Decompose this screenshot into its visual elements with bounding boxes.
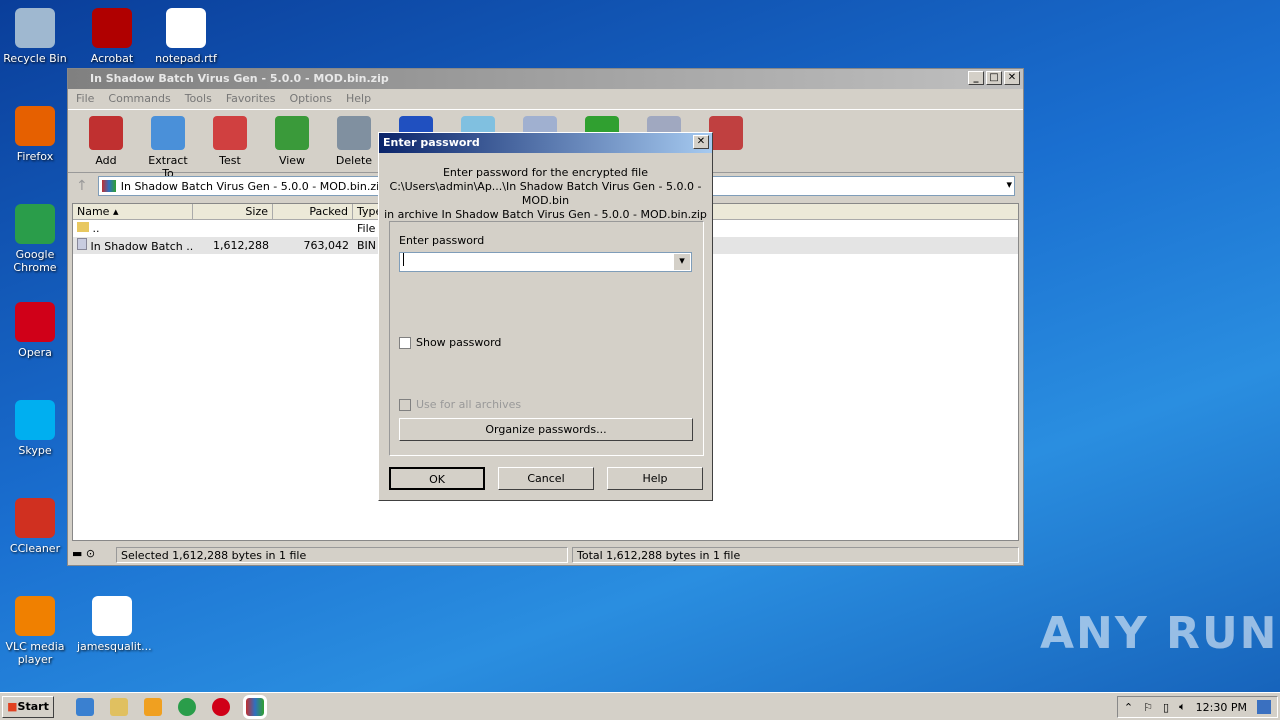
chrome-icon <box>15 204 55 244</box>
toolbar-button-test[interactable]: Test <box>206 114 254 168</box>
network-icon[interactable]: ▯ <box>1163 701 1169 714</box>
clock[interactable]: 12:30 PM <box>1196 701 1247 714</box>
maximize-button[interactable]: □ <box>986 71 1002 85</box>
file-path: C:\Users\admin\Ap...\In Shadow Batch Vir… <box>389 180 702 207</box>
toolbar-button-add[interactable]: Add <box>82 114 130 168</box>
show-password-checkbox[interactable]: Show password <box>399 336 501 349</box>
dropdown-arrow-icon[interactable]: ▾ <box>1006 178 1012 191</box>
word-doc-icon <box>166 8 206 48</box>
file-icon <box>77 238 87 250</box>
acrobat-icon <box>92 8 132 48</box>
toolbar-icon <box>709 116 743 150</box>
enter-password-dialog: Enter password ✕ Enter password for the … <box>378 132 713 501</box>
explorer-icon[interactable] <box>110 697 128 716</box>
toolbar-icon <box>151 116 185 150</box>
menu-bar: File Commands Tools Favorites Options Help <box>68 89 1023 109</box>
vlc-icon <box>15 596 55 636</box>
password-input[interactable]: ▾ <box>399 252 692 272</box>
ie-icon[interactable] <box>76 697 94 716</box>
media-player-icon[interactable] <box>144 697 162 716</box>
window-title: In Shadow Batch Virus Gen - 5.0.0 - MOD.… <box>90 72 389 85</box>
menu-options[interactable]: Options <box>290 92 332 106</box>
menu-help[interactable]: Help <box>346 92 371 106</box>
system-tray: ⌃ ⚐ ▯ 🔈︎ 12:30 PM <box>1116 696 1278 718</box>
up-arrow-icon[interactable]: ↑ <box>76 178 88 194</box>
start-button[interactable]: ■Start <box>2 695 54 718</box>
dialog-close-button[interactable]: ✕ <box>693 135 709 149</box>
organize-passwords-button[interactable]: Organize passwords... <box>399 418 693 441</box>
flag-icon[interactable]: ⚐ <box>1143 701 1153 714</box>
column-packed[interactable]: Packed <box>273 204 353 219</box>
desktop-icon[interactable]: Recycle Bin <box>0 8 70 65</box>
menu-file[interactable]: File <box>76 92 94 106</box>
menu-favorites[interactable]: Favorites <box>226 92 276 106</box>
help-button[interactable]: Help <box>607 467 703 490</box>
taskbar: ■Start ⌃ ⚐ ▯ 🔈︎ 12:30 PM <box>0 692 1280 720</box>
use-for-all-checkbox: Use for all archives <box>399 398 521 411</box>
chrome-icon[interactable] <box>178 697 196 716</box>
close-button[interactable]: ✕ <box>1004 71 1020 85</box>
opera-icon[interactable] <box>212 697 230 716</box>
archive-path: in archive In Shadow Batch Virus Gen - 5… <box>384 208 707 221</box>
word-doc-icon <box>92 596 132 636</box>
desktop-icon[interactable]: Google Chrome <box>0 204 70 274</box>
dialog-title-bar[interactable]: Enter password ✕ <box>379 133 712 153</box>
firefox-icon <box>15 106 55 146</box>
window-title-bar[interactable]: In Shadow Batch Virus Gen - 5.0.0 - MOD.… <box>68 69 1023 89</box>
show-hidden-icons[interactable]: ⌃ <box>1124 701 1133 714</box>
desktop-icon[interactable]: Acrobat <box>77 8 147 65</box>
volume-icon[interactable]: 🔈︎ <box>1179 700 1186 714</box>
desktop-icon[interactable]: VLC media player <box>0 596 70 666</box>
menu-commands[interactable]: Commands <box>108 92 170 106</box>
desktop-icon[interactable]: Opera <box>0 302 70 359</box>
anyrun-watermark: ANY RUN <box>1040 608 1279 659</box>
desktop-icon[interactable]: Firefox <box>0 106 70 163</box>
column-name[interactable]: Name ▴ <box>73 204 193 219</box>
minimize-button[interactable]: _ <box>968 71 984 85</box>
toolbar-button-view[interactable]: View <box>268 114 316 168</box>
toolbar-button-extract-to[interactable]: Extract To <box>144 114 192 180</box>
dialog-message: Enter password for the encrypted file <box>442 166 649 179</box>
ccleaner-icon <box>15 498 55 538</box>
ok-button[interactable]: OK <box>389 467 485 490</box>
winrar-taskbar-button[interactable] <box>243 694 267 719</box>
recycle-bin-icon <box>15 8 55 48</box>
password-label: Enter password <box>399 234 485 247</box>
drive-icon: ▬ ⊙ <box>72 547 96 560</box>
folder-icon <box>77 222 89 232</box>
toolbar-icon <box>275 116 309 150</box>
skype-icon <box>15 400 55 440</box>
archive-icon <box>101 180 116 192</box>
show-desktop-icon[interactable] <box>1257 700 1271 714</box>
toolbar-icon <box>337 116 371 150</box>
desktop-icon[interactable]: CCleaner <box>0 498 70 555</box>
dropdown-arrow-icon[interactable]: ▾ <box>674 254 690 270</box>
toolbar-button-delete[interactable]: Delete <box>330 114 378 168</box>
opera-icon <box>15 302 55 342</box>
toolbar-icon <box>213 116 247 150</box>
desktop-icon[interactable]: Skype <box>0 400 70 457</box>
column-size[interactable]: Size <box>193 204 273 219</box>
status-selected: Selected 1,612,288 bytes in 1 file <box>116 547 568 563</box>
menu-tools[interactable]: Tools <box>185 92 212 106</box>
cancel-button[interactable]: Cancel <box>498 467 594 490</box>
windows-logo-icon: ■ <box>7 699 18 713</box>
desktop-icon[interactable]: notepad.rtf <box>151 8 221 65</box>
desktop-icon[interactable]: jamesqualit... <box>77 596 152 653</box>
toolbar-icon <box>89 116 123 150</box>
status-total: Total 1,612,288 bytes in 1 file <box>572 547 1019 563</box>
